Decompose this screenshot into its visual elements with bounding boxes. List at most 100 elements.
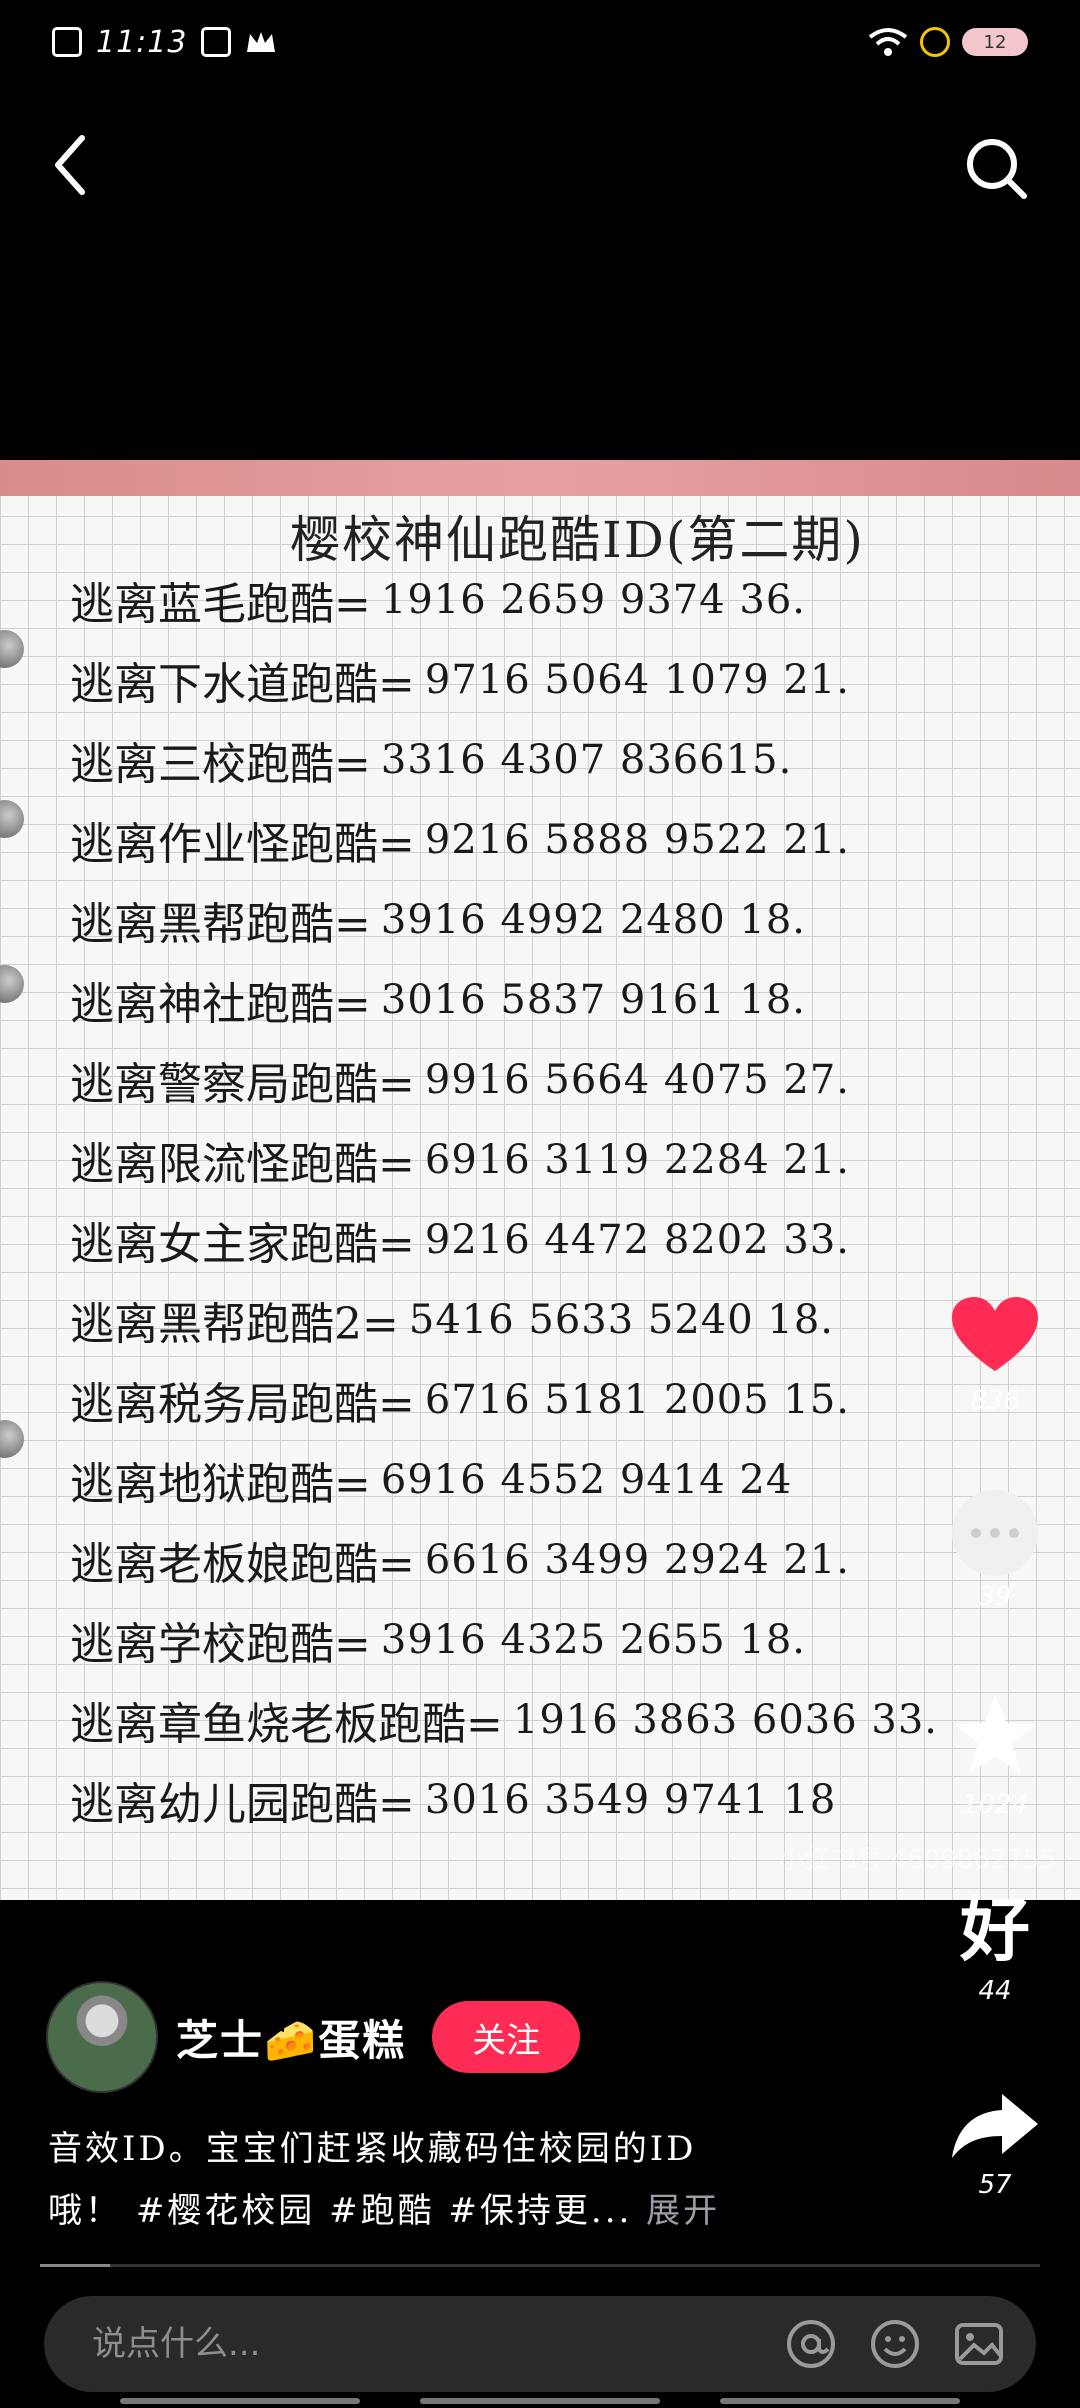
note-line: 逃离下水道跑酷= 9716 5064 1079 21. — [70, 640, 1050, 720]
share-count: 57 — [978, 2170, 1012, 2200]
note-line-code: 3916 4325 2655 18. — [380, 1617, 807, 1663]
note-line-name: 逃离黑帮跑酷= — [70, 899, 371, 950]
note-line-code: 3316 4307 836615. — [380, 737, 793, 783]
note-line-name: 逃离警察局跑酷= — [70, 1059, 415, 1110]
binder-ring — [0, 965, 24, 1003]
note-line: 逃离税务局跑酷= 6716 5181 2005 15. — [70, 1360, 1050, 1440]
note-line-name: 逃离神社跑酷= — [70, 979, 371, 1030]
note-line-code: 6716 5181 2005 15. — [424, 1377, 851, 1423]
bag-icon — [201, 27, 232, 57]
video-progress-fill — [40, 2264, 110, 2267]
status-bar: 11:13 12 — [0, 0, 1080, 84]
note-line-code: 1916 2659 9374 36. — [380, 577, 807, 623]
note-line: 逃离幼儿园跑酷= 3016 3549 9741 18 — [70, 1760, 1050, 1840]
note-line-code: 9216 4472 8202 33. — [424, 1217, 851, 1263]
author-name[interactable]: 芝士🧀蛋糕 — [176, 2007, 406, 2068]
note-line-name: 逃离蓝毛跑酷= — [70, 579, 371, 630]
note-line-name: 逃离章鱼烧老板跑酷= — [70, 1699, 503, 1750]
comment-count: 39 — [978, 1582, 1012, 1612]
binder-ring — [0, 800, 24, 838]
wifi-icon — [868, 28, 908, 56]
description-line: 哦！ #樱花校园 #跑酷 #保持更... 展开 — [48, 2180, 808, 2242]
post-description[interactable]: 音效ID。宝宝们赶紧收藏码住校园的ID 哦！ #樱花校园 #跑酷 #保持更...… — [48, 2118, 808, 2242]
note-line-code: 5416 5633 5240 18. — [408, 1297, 835, 1343]
input-icons — [784, 2317, 1006, 2371]
status-left: 11:13 — [52, 25, 277, 60]
video-progress[interactable] — [40, 2264, 1040, 2267]
hao-mark: 好 — [960, 1888, 1030, 1971]
note-line: 逃离限流怪跑酷= 6916 3119 2284 21. — [70, 1120, 1050, 1200]
close-box-icon — [52, 27, 82, 57]
charging-icon — [920, 27, 950, 57]
comment-input[interactable] — [90, 2323, 784, 2365]
note-line-name: 逃离三校跑酷= — [70, 739, 371, 790]
note-line: 逃离黑帮跑酷= 3916 4992 2480 18. — [70, 880, 1050, 960]
note-line-code: 3916 4992 2480 18. — [380, 897, 807, 943]
note-line: 逃离老板娘跑酷= 6616 3499 2924 21. — [70, 1520, 1050, 1600]
hashtags[interactable]: #樱花校园 #跑酷 #保持更... — [136, 2191, 633, 2231]
chevron-left-icon — [55, 135, 85, 195]
heart-icon — [952, 1297, 1038, 1371]
note-line-name: 逃离老板娘跑酷= — [70, 1539, 415, 1590]
note-line-code: 6916 3119 2284 21. — [424, 1137, 851, 1183]
note-line-code: 9216 5888 9522 21. — [424, 817, 851, 863]
note-line-code: 6916 4552 9414 24 — [380, 1457, 793, 1503]
note-line-name: 逃离下水道跑酷= — [70, 659, 415, 710]
follow-button[interactable]: 关注 — [432, 2001, 581, 2073]
note-line: 逃离作业怪跑酷= 9216 5888 9522 21. — [70, 800, 1050, 880]
note-line-name: 逃离税务局跑酷= — [70, 1379, 415, 1430]
note-line: 逃离三校跑酷= 3316 4307 836615. — [70, 720, 1050, 800]
note-line: 逃离警察局跑酷= 9916 5664 4075 27. — [70, 1040, 1050, 1120]
status-time: 11:13 — [96, 24, 188, 60]
note-line-code: 1916 3863 6036 33. — [512, 1697, 939, 1743]
star-icon — [954, 1695, 1036, 1774]
note-lines: 逃离蓝毛跑酷= 1916 2659 9374 36. 逃离下水道跑酷= 9716 5… — [70, 560, 1050, 1840]
notebook-edge — [0, 460, 1080, 496]
avatar[interactable] — [46, 1981, 158, 2093]
note-line: 逃离学校跑酷= 3916 4325 2655 18. — [70, 1600, 1050, 1680]
description-line: 音效ID。宝宝们赶紧收藏码住校园的ID — [48, 2129, 697, 2169]
expand-link[interactable]: 展开 — [646, 2191, 720, 2231]
favorite-button[interactable]: 1024 — [940, 1690, 1050, 1820]
note-line-name: 逃离限流怪跑酷= — [70, 1139, 415, 1190]
note-line: 逃离黑帮跑酷2= 5416 5633 5240 18. — [70, 1280, 1050, 1360]
note-line-name: 逃离黑帮跑酷2= — [70, 1299, 399, 1350]
like-count: 836 — [970, 1386, 1020, 1416]
author-row: 芝士🧀蛋糕 关注 — [46, 1981, 581, 2093]
like-button[interactable]: 836 — [940, 1290, 1050, 1416]
note-line: 逃离神社跑酷= 3016 5837 9161 18. — [70, 960, 1050, 1040]
note-line-name: 逃离幼儿园跑酷= — [70, 1779, 415, 1830]
note-line-code: 3016 3549 9741 18 — [424, 1777, 837, 1823]
post-image[interactable]: 樱校神仙跑酷ID(第二期) 逃离蓝毛跑酷= 1916 2659 9374 36. … — [0, 460, 1080, 1900]
comment-icon — [952, 1490, 1038, 1576]
note-line: 逃离女主家跑酷= 9216 4472 8202 33. — [70, 1200, 1050, 1280]
image-icon[interactable] — [952, 2317, 1006, 2371]
note-line-code: 9716 5064 1079 21. — [424, 657, 851, 703]
emoji-icon[interactable] — [868, 2317, 922, 2371]
binder-ring — [0, 630, 24, 668]
hao-button[interactable]: 好 44 — [940, 1888, 1050, 2007]
note-line-name: 逃离作业怪跑酷= — [70, 819, 415, 870]
comment-input-bar — [44, 2296, 1036, 2392]
search-button[interactable] — [962, 134, 1032, 204]
share-button[interactable]: 57 — [940, 2090, 1050, 2200]
battery-level: 12 — [983, 31, 1007, 53]
status-right: 12 — [868, 27, 1028, 57]
note-line-name: 逃离女主家跑酷= — [70, 1219, 415, 1270]
watermark: 小红书号 4609862755 — [778, 1845, 1056, 1875]
at-icon[interactable] — [784, 2317, 838, 2371]
note-line-code: 3016 5837 9161 18. — [380, 977, 807, 1023]
note-line: 逃离章鱼烧老板跑酷= 1916 3863 6036 33. — [70, 1680, 1050, 1760]
back-button[interactable] — [42, 130, 102, 200]
comment-button[interactable]: 39 — [940, 1490, 1050, 1612]
top-nav — [0, 110, 1080, 230]
binder-ring — [0, 1420, 24, 1458]
search-icon — [967, 139, 1027, 199]
note-line-code: 9916 5664 4075 27. — [424, 1057, 851, 1103]
note-line-code: 6616 3499 2924 21. — [424, 1537, 851, 1583]
share-icon — [952, 2094, 1038, 2158]
note-line: 逃离地狱跑酷= 6916 4552 9414 24 — [70, 1440, 1050, 1520]
favorite-count: 1024 — [961, 1790, 1029, 1820]
note-line: 逃离蓝毛跑酷= 1916 2659 9374 36. — [70, 560, 1050, 640]
note-line-name: 逃离学校跑酷= — [70, 1619, 371, 1670]
